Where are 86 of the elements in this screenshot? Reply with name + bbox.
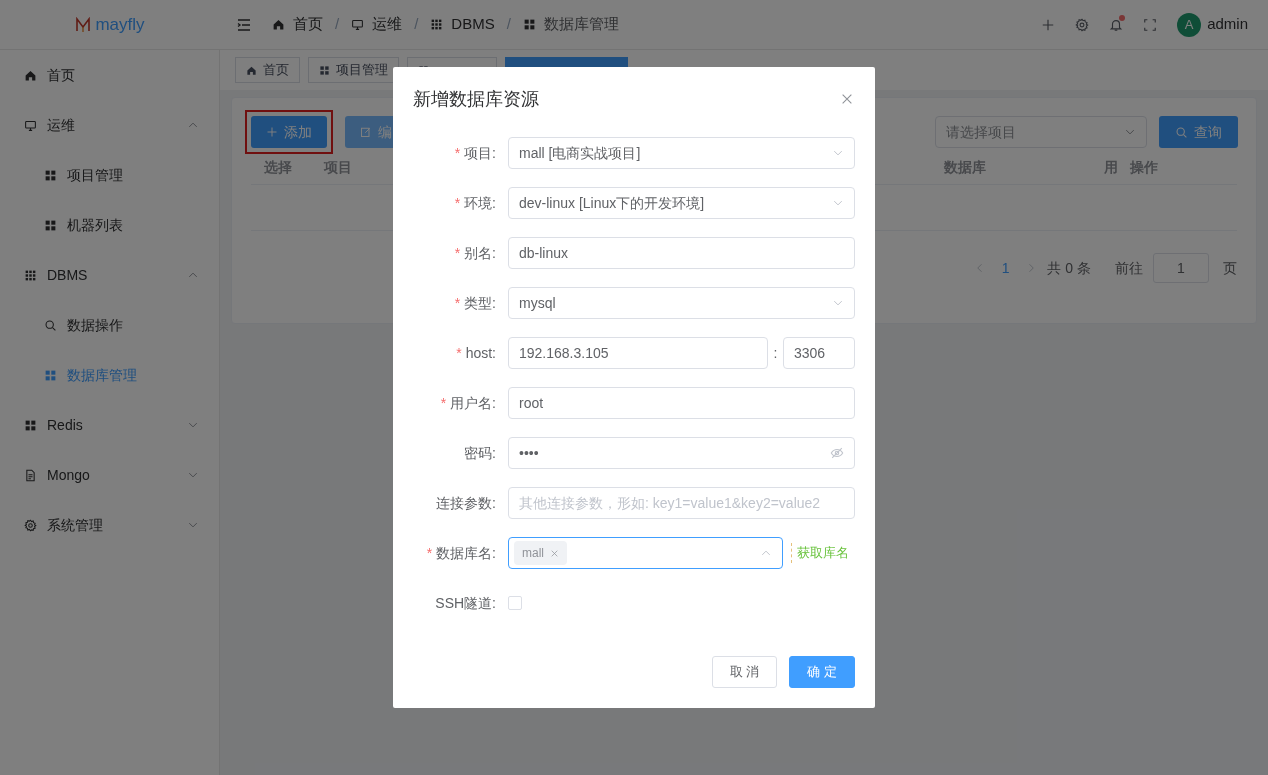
field-label: 类型: <box>464 293 496 313</box>
breadcrumb-item: 数据库管理 <box>543 14 619 35</box>
required-mark: * <box>456 343 462 363</box>
tag-select-field[interactable]: mall <box>508 537 783 569</box>
input-field[interactable]: 192.168.3.105 <box>508 337 768 369</box>
breadcrumb-separator: / <box>506 14 511 35</box>
sidebar-item[interactable]: 首页 <box>0 50 219 100</box>
required-mark: * <box>454 243 461 263</box>
logo-icon <box>75 16 92 33</box>
tab[interactable]: 首页 <box>235 57 300 83</box>
sidebar-item[interactable]: 运维 <box>0 100 219 150</box>
field-label: 数据库名: <box>436 543 496 563</box>
field-label: 密码: <box>464 443 496 463</box>
grid-icon <box>430 18 444 31</box>
fullscreen-icon <box>1143 17 1158 32</box>
eye-hidden-icon <box>830 446 844 460</box>
breadcrumb-item[interactable]: 首页 <box>293 13 323 36</box>
sidebar-item[interactable]: 项目管理 <box>0 150 219 200</box>
required-mark: * <box>426 543 433 563</box>
confirm-button[interactable]: 确 定 <box>789 656 855 688</box>
monitor-icon <box>24 118 37 132</box>
required-mark: * <box>440 393 447 413</box>
select-field[interactable]: mall [电商实战项目] <box>508 137 855 169</box>
grid-icon <box>522 18 536 31</box>
home-icon <box>246 64 257 76</box>
total-count: 共 0 条 <box>1047 258 1091 278</box>
required-mark: * <box>454 293 461 313</box>
sidebar-item[interactable]: Mongo <box>0 450 219 500</box>
sidebar-item[interactable]: 系统管理 <box>0 500 219 550</box>
grid-icon <box>24 418 37 432</box>
field-label: 连接参数: <box>436 493 496 513</box>
host-separator: : <box>772 343 779 363</box>
grid-icon <box>44 218 57 232</box>
plus-icon <box>1041 17 1056 32</box>
field-label: 项目: <box>464 143 496 163</box>
dialog-title: 新增数据库资源 <box>413 87 539 111</box>
input-field[interactable]: db-linux <box>508 237 855 269</box>
grid-icon <box>44 168 57 182</box>
settings-icon <box>24 518 37 532</box>
home-icon <box>272 18 285 31</box>
cancel-button[interactable]: 取 消 <box>711 656 778 688</box>
close-icon[interactable] <box>550 548 559 558</box>
breadcrumb-separator: / <box>414 14 419 35</box>
field-label: 用户名: <box>450 393 496 413</box>
plus-icon <box>266 126 278 138</box>
close-icon[interactable] <box>840 92 854 106</box>
field-label: SSH隧道: <box>435 593 496 613</box>
settings-icon <box>1075 17 1090 32</box>
sidebar-item[interactable]: DBMS <box>0 250 219 300</box>
home-icon <box>24 68 37 82</box>
select-field[interactable]: dev-linux [Linux下的开发环境] <box>508 187 855 219</box>
document-icon <box>24 468 37 482</box>
page-input[interactable]: 1 <box>1153 253 1209 283</box>
password-field[interactable]: •••• <box>508 437 855 469</box>
input-field[interactable]: root <box>508 387 855 419</box>
avatar[interactable]: A <box>1177 12 1202 37</box>
breadcrumb-item[interactable]: 运维 <box>372 13 403 36</box>
app-name: mayfly <box>95 13 145 36</box>
required-mark: * <box>454 193 461 213</box>
search-icon <box>44 318 57 332</box>
monitor-icon <box>351 18 365 31</box>
fetch-link[interactable]: 获取库名 <box>797 543 849 563</box>
notification-icon <box>1109 17 1124 32</box>
grid-icon <box>319 64 330 76</box>
breadcrumb-separator: / <box>335 14 340 35</box>
search-icon <box>1175 125 1188 139</box>
required-mark: * <box>454 143 461 163</box>
field-label: host: <box>465 343 496 363</box>
select-field[interactable]: mysql <box>508 287 855 319</box>
field-label: 环境: <box>464 193 496 213</box>
menu-icon[interactable] <box>236 16 252 33</box>
edit-icon <box>360 126 372 138</box>
grid-icon <box>44 368 57 382</box>
port-field[interactable]: 3306 <box>783 337 855 369</box>
sidebar-item[interactable]: Redis <box>0 400 219 450</box>
checkbox[interactable] <box>508 596 522 610</box>
user-name[interactable]: admin <box>1207 13 1248 36</box>
tag: mall <box>514 541 567 565</box>
goto-label: 前往 <box>1115 258 1143 278</box>
sidebar-item[interactable]: 数据操作 <box>0 300 219 350</box>
sidebar-item[interactable]: 机器列表 <box>0 200 219 250</box>
field-label: 别名: <box>464 243 496 263</box>
breadcrumb-item[interactable]: DBMS <box>451 13 495 36</box>
page-suffix: 页 <box>1223 258 1237 278</box>
tab[interactable]: 项目管理 <box>308 57 399 83</box>
grid-icon <box>24 268 37 282</box>
